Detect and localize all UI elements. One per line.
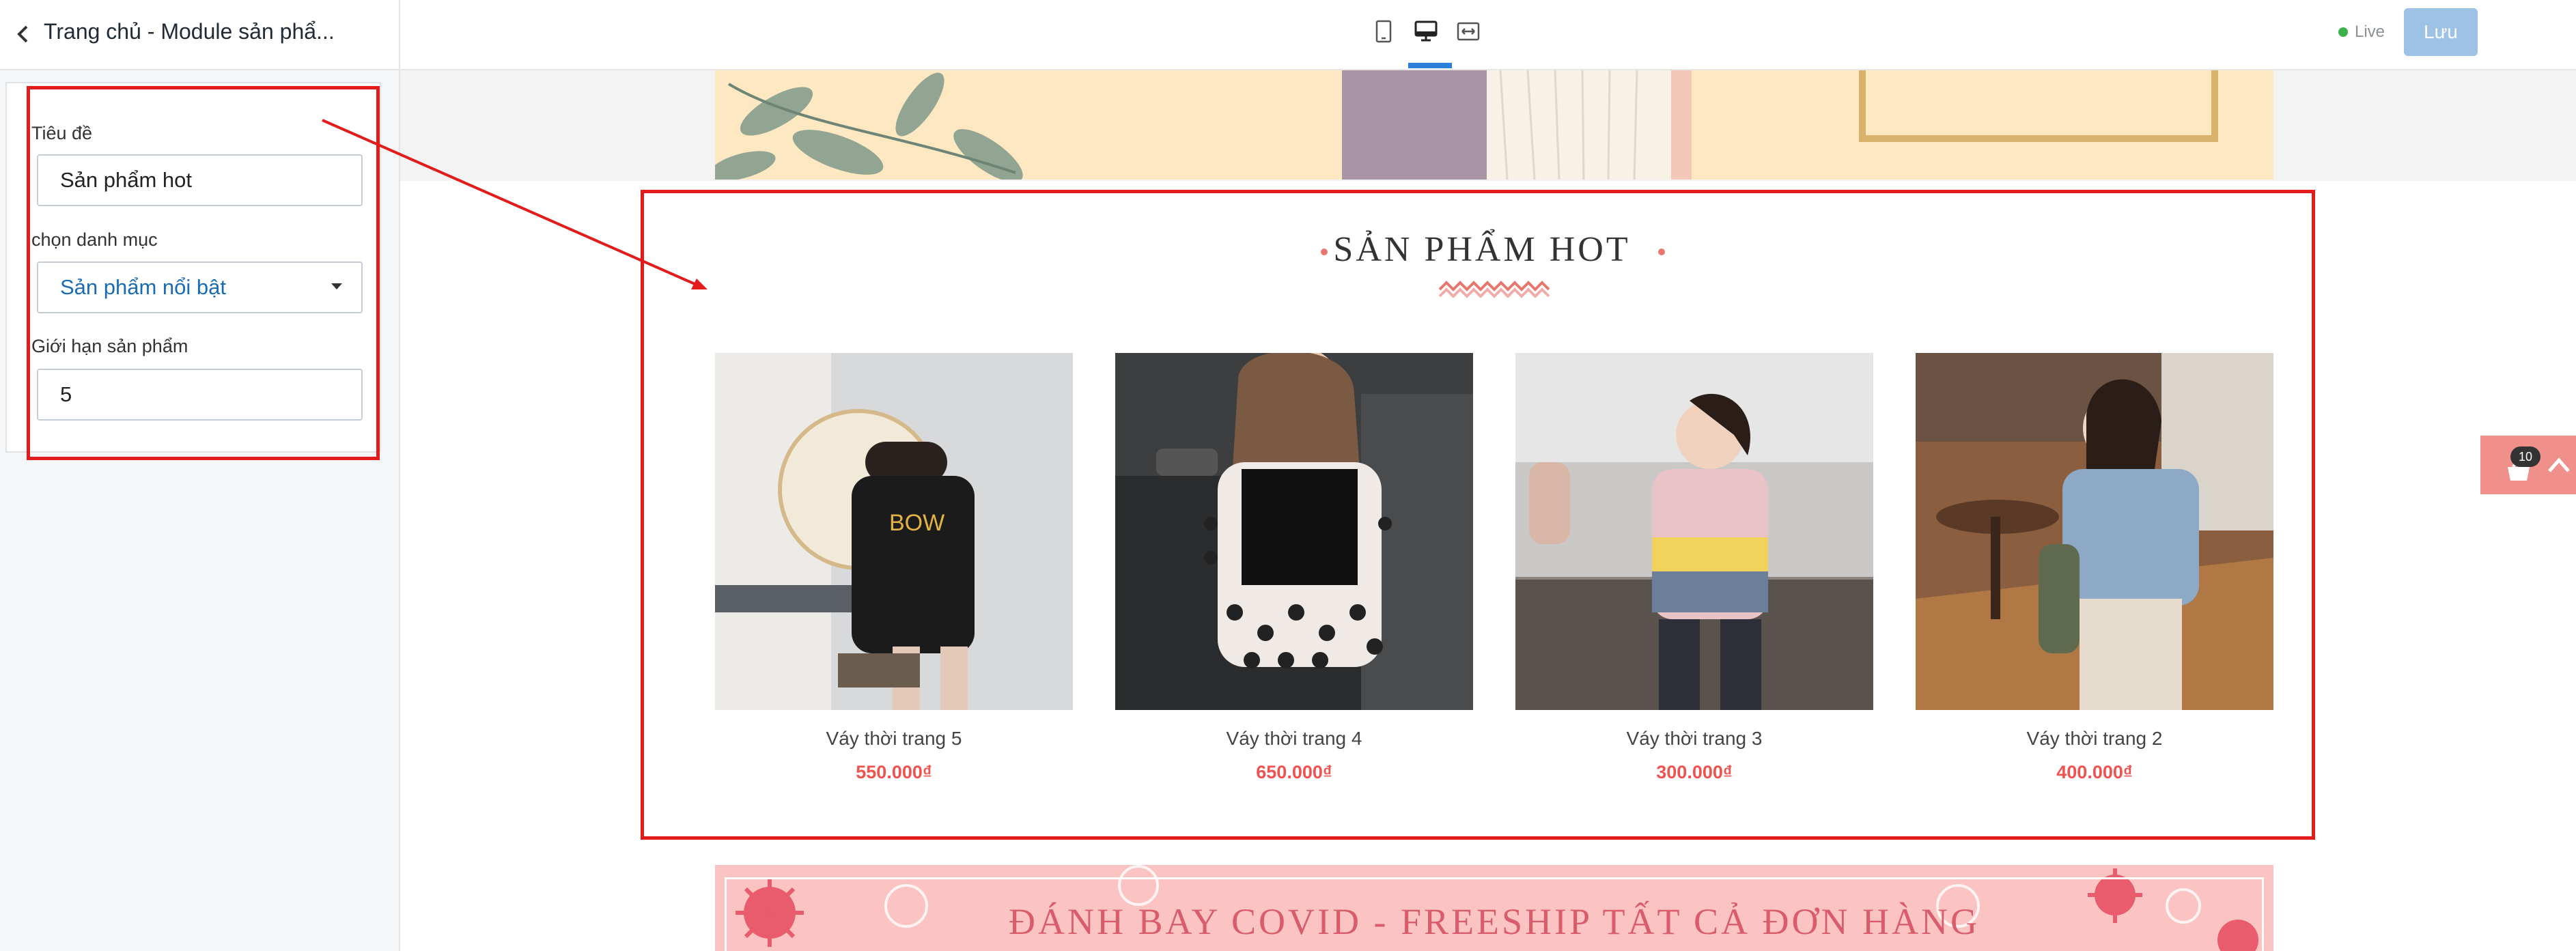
product-image[interactable] [1115,353,1473,710]
product-name[interactable]: Váy thời trang 2 [1916,728,2273,750]
cart-count-badge: 10 [2510,446,2540,467]
product-price: 400.000₫ [2056,762,2133,782]
product-name[interactable]: Váy thời trang 4 [1115,728,1473,750]
product-image[interactable] [1515,353,1873,710]
product-card[interactable]: Váy thời trang 3 300.000₫ [1515,353,1873,783]
product-name[interactable]: Váy thời trang 5 [715,728,1073,750]
product-image[interactable]: BOW [715,353,1073,710]
product-price: 550.000₫ [856,762,932,782]
product-price: 300.000₫ [1656,762,1733,782]
promo-banner[interactable]: ĐÁNH BAY COVID - FREESHIP TẤT CẢ ĐƠN HÀN… [715,865,2273,951]
svg-text:BOW: BOW [889,510,944,536]
product-card[interactable]: BOW Váy thời trang 5 550.000₫ [715,353,1073,783]
floating-cart-widget[interactable]: 10 [2480,436,2576,494]
product-price: 650.000₫ [1256,762,1332,782]
chevron-up-icon[interactable] [2547,456,2571,474]
product-card[interactable]: Váy thời trang 2 400.000₫ [1916,353,2273,783]
title-dot-right-icon [1658,249,1665,255]
product-image[interactable] [1916,353,2273,710]
product-name[interactable]: Váy thời trang 3 [1515,728,1873,750]
zigzag-divider-icon [1438,281,1550,298]
promo-text: ĐÁNH BAY COVID - FREESHIP TẤT CẢ ĐƠN HÀN… [1008,901,1980,942]
product-card[interactable]: Váy thời trang 4 650.000₫ [1115,353,1473,783]
section-title: SẢN PHẨM HOT [1333,230,1631,269]
